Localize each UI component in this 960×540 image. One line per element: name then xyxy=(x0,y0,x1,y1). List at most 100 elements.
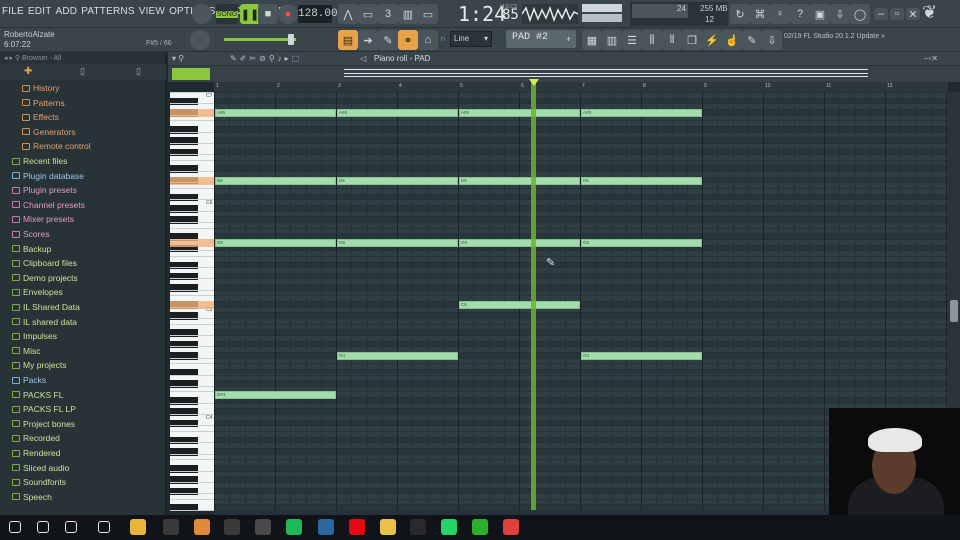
note-c5[interactable]: C5 xyxy=(459,301,580,310)
browser-item-patterns[interactable]: Patterns xyxy=(22,98,65,108)
camtasia-rec-icon[interactable] xyxy=(503,519,519,535)
camtasia-icon[interactable] xyxy=(472,519,488,535)
chrome-icon[interactable] xyxy=(130,519,146,535)
netflix-icon[interactable] xyxy=(349,519,365,535)
countdown-icon[interactable]: 3 xyxy=(378,4,398,24)
fl-studio-icon[interactable] xyxy=(163,519,179,535)
menu-file[interactable]: FILE xyxy=(2,6,24,17)
browser-item-rendered[interactable]: Rendered xyxy=(12,448,60,458)
browser-item-channel-presets[interactable]: Channel presets xyxy=(12,200,85,210)
link-icon[interactable]: ⚭ xyxy=(398,30,418,50)
playhead-marker[interactable] xyxy=(529,79,540,86)
plug-icon[interactable]: ⚡ xyxy=(702,30,722,50)
browser-item-packs[interactable]: Packs xyxy=(12,375,46,385)
help-icon[interactable]: ? xyxy=(790,4,810,24)
main-pitch-knob[interactable] xyxy=(192,4,212,24)
save-icon[interactable]: ▣ xyxy=(810,4,830,24)
note-g4[interactable]: G4 xyxy=(581,351,702,360)
download-icon[interactable]: ⇩ xyxy=(762,30,782,50)
piano-roll-view-icon[interactable]: ▤ xyxy=(338,30,358,50)
master-pitch-slider-handle[interactable] xyxy=(288,34,294,45)
undo-icon[interactable]: ↻ xyxy=(730,4,750,24)
metronome-icon[interactable]: ⋀ xyxy=(338,4,358,24)
whatsapp-icon[interactable] xyxy=(441,519,457,535)
menu-view[interactable]: VIEW xyxy=(139,6,165,17)
cube-icon[interactable] xyxy=(98,521,110,533)
browser-item-history[interactable]: History xyxy=(22,83,59,93)
note-g5[interactable]: G5 xyxy=(215,238,336,247)
mixer-view-icon[interactable]: ⫼ xyxy=(642,30,662,50)
menu-edit[interactable]: EDIT xyxy=(28,6,52,17)
piano-roll-tools[interactable]: ✎✐✂⊘⚲♪▸⬚ xyxy=(230,54,360,64)
menu-add[interactable]: ADD xyxy=(56,6,78,17)
piano-icon[interactable]: ▥ xyxy=(602,30,622,50)
note-d6[interactable]: D6 xyxy=(215,176,336,185)
bot-icon[interactable] xyxy=(255,519,271,535)
options-icon[interactable]: ▾ ⚲ xyxy=(172,54,184,63)
close-button[interactable]: ✕ xyxy=(906,8,920,21)
step-edit-icon[interactable]: ▥ xyxy=(398,4,418,24)
note-as6[interactable]: A#6 xyxy=(581,108,702,117)
vertical-scroll-thumb[interactable] xyxy=(950,300,958,322)
browser-item-my-projects[interactable]: My projects xyxy=(12,360,66,370)
playhead[interactable] xyxy=(531,82,537,510)
record-button[interactable]: ● xyxy=(278,4,298,24)
star-icon[interactable]: ✚ xyxy=(24,66,32,77)
folder-view-icon[interactable]: ▯ xyxy=(136,66,141,77)
news-hint-bar[interactable]: 02/19 FL Studio 20.1.2 Update » xyxy=(784,33,954,47)
song-mode-button[interactable]: SONG xyxy=(216,4,238,24)
browser-item-packs-fl[interactable]: PACKS FL xyxy=(12,390,63,400)
stop-button[interactable]: ■ xyxy=(258,4,278,24)
add-pattern-icon[interactable]: + xyxy=(566,34,571,44)
browser-item-il-shared-data[interactable]: IL Shared Data xyxy=(12,302,80,312)
hat-icon[interactable]: ⌂ xyxy=(418,30,438,50)
note-as6[interactable]: A#6 xyxy=(337,108,458,117)
search-icon[interactable] xyxy=(37,521,49,533)
note-g4[interactable]: G4 xyxy=(337,351,458,360)
arrow-icon[interactable]: ➔ xyxy=(358,30,378,50)
edge-icon[interactable] xyxy=(410,519,426,535)
note-d6[interactable]: D6 xyxy=(459,176,580,185)
piano-keyboard[interactable]: C7 C6 C5 C4 xyxy=(170,92,214,513)
browser-item-il-shared-data[interactable]: IL shared data xyxy=(12,317,77,327)
note-ds4[interactable]: D#4 xyxy=(215,391,336,400)
note-g5[interactable]: G5 xyxy=(581,238,702,247)
browser-item-misc[interactable]: Misc xyxy=(12,346,40,356)
windows-icon[interactable] xyxy=(9,521,21,533)
snap-mode-select[interactable]: Line ▾ xyxy=(450,31,492,47)
live-icon[interactable] xyxy=(224,519,240,535)
spotify-icon[interactable] xyxy=(286,519,302,535)
mixer-icon[interactable]: ⌘ xyxy=(750,4,770,24)
file-icon[interactable]: ▯ xyxy=(80,66,85,77)
browser-item-effects[interactable]: Effects xyxy=(22,112,59,122)
browser-item-generators[interactable]: Generators xyxy=(22,127,76,137)
browser-item-project-bones[interactable]: Project bones xyxy=(12,419,75,429)
chat-icon[interactable]: ◯ xyxy=(850,4,870,24)
browser-item-clipboard-files[interactable]: Clipboard files xyxy=(12,258,77,268)
note-as6[interactable]: A#6 xyxy=(459,108,580,117)
export-icon[interactable]: ⇩ xyxy=(830,4,850,24)
tempo-display[interactable]: 128.000 xyxy=(298,5,344,23)
note-d6[interactable]: D6 xyxy=(581,176,702,185)
wrench-icon[interactable]: ✎ xyxy=(742,30,762,50)
menu-patterns[interactable]: PATTERNS xyxy=(81,6,134,17)
note-g5[interactable]: G5 xyxy=(337,238,458,247)
timeline-ruler[interactable]: 1 2 3 4 5 6 7 8 9 10 11 12 xyxy=(214,82,948,92)
maximize-button[interactable]: ▫ xyxy=(890,8,904,20)
wait-input-icon[interactable]: ▭ xyxy=(358,4,378,24)
browser-item-speech[interactable]: Speech xyxy=(12,492,52,502)
microphone-icon[interactable]: ♀ xyxy=(770,4,790,24)
magnet-icon[interactable]: ∩ xyxy=(440,34,446,43)
davinci-icon[interactable] xyxy=(318,519,334,535)
touch-icon[interactable]: ☝ xyxy=(722,30,742,50)
browser-item-mixer-presets[interactable]: Mixer presets xyxy=(12,214,74,224)
channel-rack-icon[interactable]: ☰ xyxy=(622,30,642,50)
play-button[interactable]: ❚❚ xyxy=(240,4,260,24)
piano-roll-title[interactable]: Piano roll - PAD xyxy=(374,54,430,63)
note-g5[interactable]: G5 xyxy=(459,238,580,247)
sliders-icon[interactable]: ⫴ xyxy=(662,30,682,50)
note-as6[interactable]: A#6 xyxy=(215,108,336,117)
browser-item-packs-fl-lp[interactable]: PACKS FL LP xyxy=(12,404,76,414)
note-d6[interactable]: D6 xyxy=(337,176,458,185)
browser-item-sliced-audio[interactable]: Sliced audio xyxy=(12,463,69,473)
